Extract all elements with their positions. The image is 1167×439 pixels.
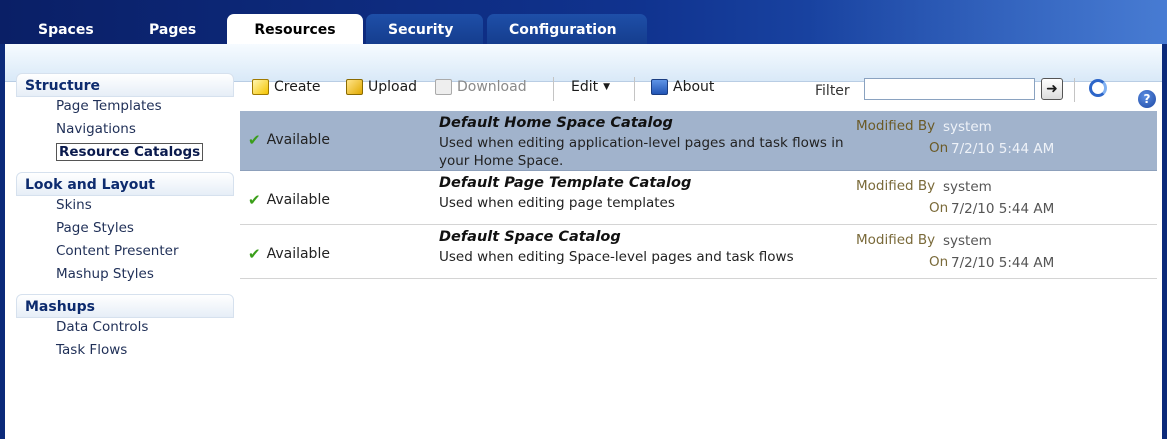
modified-on-label: On: [929, 254, 949, 270]
sidebar-item-task-flows[interactable]: Task Flows: [16, 341, 234, 364]
sidebar-item-mashup-styles[interactable]: Mashup Styles: [16, 265, 234, 288]
catalog-list: ✔ Available Default Home Space Catalog U…: [240, 111, 1157, 279]
sidebar-item-label: Navigations: [56, 121, 136, 137]
status-cell: ✔ Available: [248, 245, 330, 263]
modified-by-label: Modified By: [856, 178, 936, 194]
sidebar-heading: Look and Layout: [16, 172, 234, 196]
sidebar-heading: Mashups: [16, 294, 234, 318]
table-row[interactable]: ✔ Available Default Page Template Catalo…: [240, 171, 1157, 225]
download-button[interactable]: Download: [435, 79, 527, 95]
sidebar-item-page-templates[interactable]: Page Templates: [16, 97, 234, 120]
status-cell: ✔ Available: [248, 131, 330, 149]
toolbar-divider: [1074, 78, 1075, 102]
toolbar-divider: [553, 77, 554, 101]
modified-by-value: system: [943, 233, 992, 249]
toolbar-divider: [634, 77, 635, 101]
checkmark-icon: ✔: [248, 131, 261, 149]
sidebar-heading: Structure: [16, 73, 234, 97]
about-label: About: [673, 79, 715, 95]
sidebar-item-resource-catalogs[interactable]: Resource Catalogs: [16, 143, 234, 166]
toolbar: Create Upload Download Edit ▼ About Filt…: [235, 73, 1157, 107]
table-row[interactable]: ✔ Available Default Space Catalog Used w…: [240, 225, 1157, 279]
catalog-panel: Create Upload Download Edit ▼ About Filt…: [235, 73, 1157, 279]
tab-configuration[interactable]: Configuration: [487, 14, 647, 44]
checkmark-icon: ✔: [248, 191, 261, 209]
filter-go-button[interactable]: ➜: [1041, 78, 1063, 100]
about-button[interactable]: About: [651, 79, 714, 95]
sidebar-item-label: Data Controls: [56, 319, 149, 335]
catalog-description: Used when editing Space-level pages and …: [439, 249, 794, 265]
tab-spaces[interactable]: Spaces: [38, 14, 94, 44]
catalog-description: Used when editing application-level page…: [439, 135, 844, 169]
checkmark-icon: ✔: [248, 245, 261, 263]
modified-by-value: system: [943, 179, 992, 195]
status-text: Available: [266, 132, 330, 148]
sidebar-section-structure: Structure Page Templates Navigations Res…: [16, 73, 234, 166]
filter-input[interactable]: [864, 78, 1035, 100]
upload-label: Upload: [368, 79, 418, 95]
modified-by-label: Modified By: [856, 118, 936, 134]
tab-security[interactable]: Security: [366, 14, 484, 44]
catalog-name[interactable]: Default Page Template Catalog: [439, 175, 691, 191]
upload-icon: [346, 79, 363, 95]
sidebar-item-label: Page Styles: [56, 220, 134, 236]
catalog-name[interactable]: Default Space Catalog: [439, 229, 621, 245]
sidebar-item-label: Mashup Styles: [56, 266, 154, 282]
modified-on-value: 7/2/10 5:44 AM: [951, 255, 1055, 271]
modified-by-label: Modified By: [856, 232, 936, 248]
tab-resources[interactable]: Resources: [227, 14, 363, 44]
edit-label: Edit: [571, 79, 599, 95]
sidebar-item-data-controls[interactable]: Data Controls: [16, 318, 234, 341]
modified-on-value: 7/2/10 5:44 AM: [951, 141, 1055, 157]
status-text: Available: [266, 246, 330, 262]
create-icon: [252, 79, 269, 95]
status-text: Available: [266, 192, 330, 208]
sidebar-item-page-styles[interactable]: Page Styles: [16, 219, 234, 242]
create-button[interactable]: Create: [252, 79, 321, 95]
info-icon: [651, 79, 668, 95]
catalog-description: Used when editing page templates: [439, 195, 675, 211]
sidebar-item-label: Skins: [56, 197, 92, 213]
download-icon: [435, 79, 452, 95]
upload-button[interactable]: Upload: [346, 79, 417, 95]
filter-label: Filter: [815, 83, 850, 99]
sidebar-item-navigations[interactable]: Navigations: [16, 120, 234, 143]
sidebar-item-skins[interactable]: Skins: [16, 196, 234, 219]
modified-by-value: system: [943, 119, 992, 135]
create-label: Create: [274, 79, 321, 95]
download-label: Download: [457, 79, 527, 95]
sidebar-item-label: Resource Catalogs: [56, 143, 204, 161]
sidebar-item-label: Task Flows: [56, 342, 128, 358]
sidebar-item-content-presenter[interactable]: Content Presenter: [16, 242, 234, 265]
modified-on-label: On: [929, 200, 949, 216]
top-tab-bar: Spaces Pages Resources Security Configur…: [0, 0, 1167, 44]
refresh-icon[interactable]: [1089, 79, 1107, 97]
sidebar-section-look-and-layout: Look and Layout Skins Page Styles Conten…: [16, 172, 234, 288]
chevron-down-icon: ▼: [603, 82, 611, 92]
table-row[interactable]: ✔ Available Default Home Space Catalog U…: [240, 111, 1157, 171]
modified-on-label: On: [929, 140, 949, 156]
arrow-right-icon: ➜: [1046, 81, 1058, 97]
tab-pages[interactable]: Pages: [149, 14, 196, 44]
status-cell: ✔ Available: [248, 191, 330, 209]
modified-on-value: 7/2/10 5:44 AM: [951, 201, 1055, 217]
sidebar-item-label: Content Presenter: [56, 243, 179, 259]
sidebar-section-mashups: Mashups Data Controls Task Flows: [16, 294, 234, 364]
edit-menu[interactable]: Edit ▼: [571, 79, 610, 95]
sidebar: Structure Page Templates Navigations Res…: [16, 73, 234, 370]
sidebar-item-label: Page Templates: [56, 98, 162, 114]
catalog-name[interactable]: Default Home Space Catalog: [439, 115, 673, 131]
